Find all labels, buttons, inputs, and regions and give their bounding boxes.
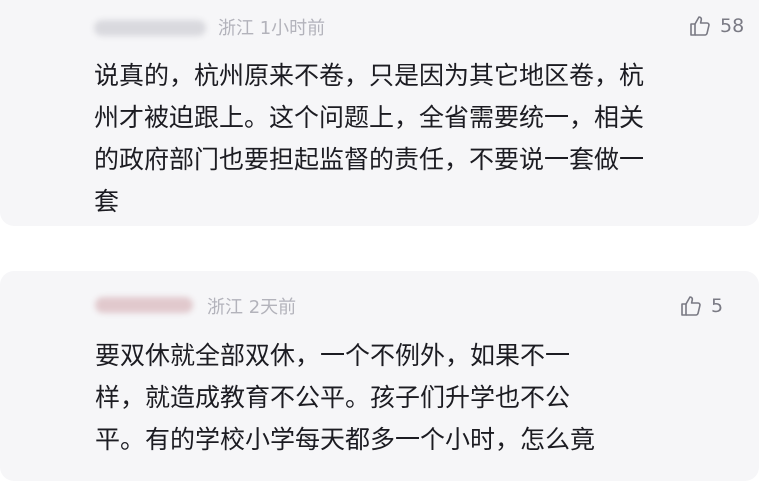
comment-location: 浙江 (218, 18, 254, 39)
thumbs-up-icon (679, 294, 703, 318)
comment-meta: 浙江 2天前 (207, 293, 296, 319)
username-blurred[interactable] (95, 297, 193, 313)
comment-text: 要双休就全部双休，一个不例外，如果不一 样，就造成教育不公平。孩子们升学也不公 … (95, 341, 596, 454)
avatar[interactable] (19, 6, 67, 46)
comment-time: 1小时前 (259, 18, 326, 39)
comment-meta: 浙江 1小时前 (218, 14, 325, 40)
like-button[interactable]: 58 (688, 14, 744, 38)
like-count: 5 (711, 295, 724, 317)
like-count: 58 (720, 15, 745, 37)
comment-text: 说真的，杭州原来不卷，只是因为其它地区卷，杭 州才被迫跟上。这个问题上，全省需要… (94, 61, 645, 216)
comment-location: 浙江 (207, 297, 243, 318)
username-blurred[interactable] (94, 20, 206, 36)
thumbs-up-icon (688, 14, 712, 38)
avatar[interactable] (23, 290, 71, 330)
comment-time: 2天前 (248, 297, 297, 318)
like-button[interactable]: 5 (679, 294, 723, 318)
